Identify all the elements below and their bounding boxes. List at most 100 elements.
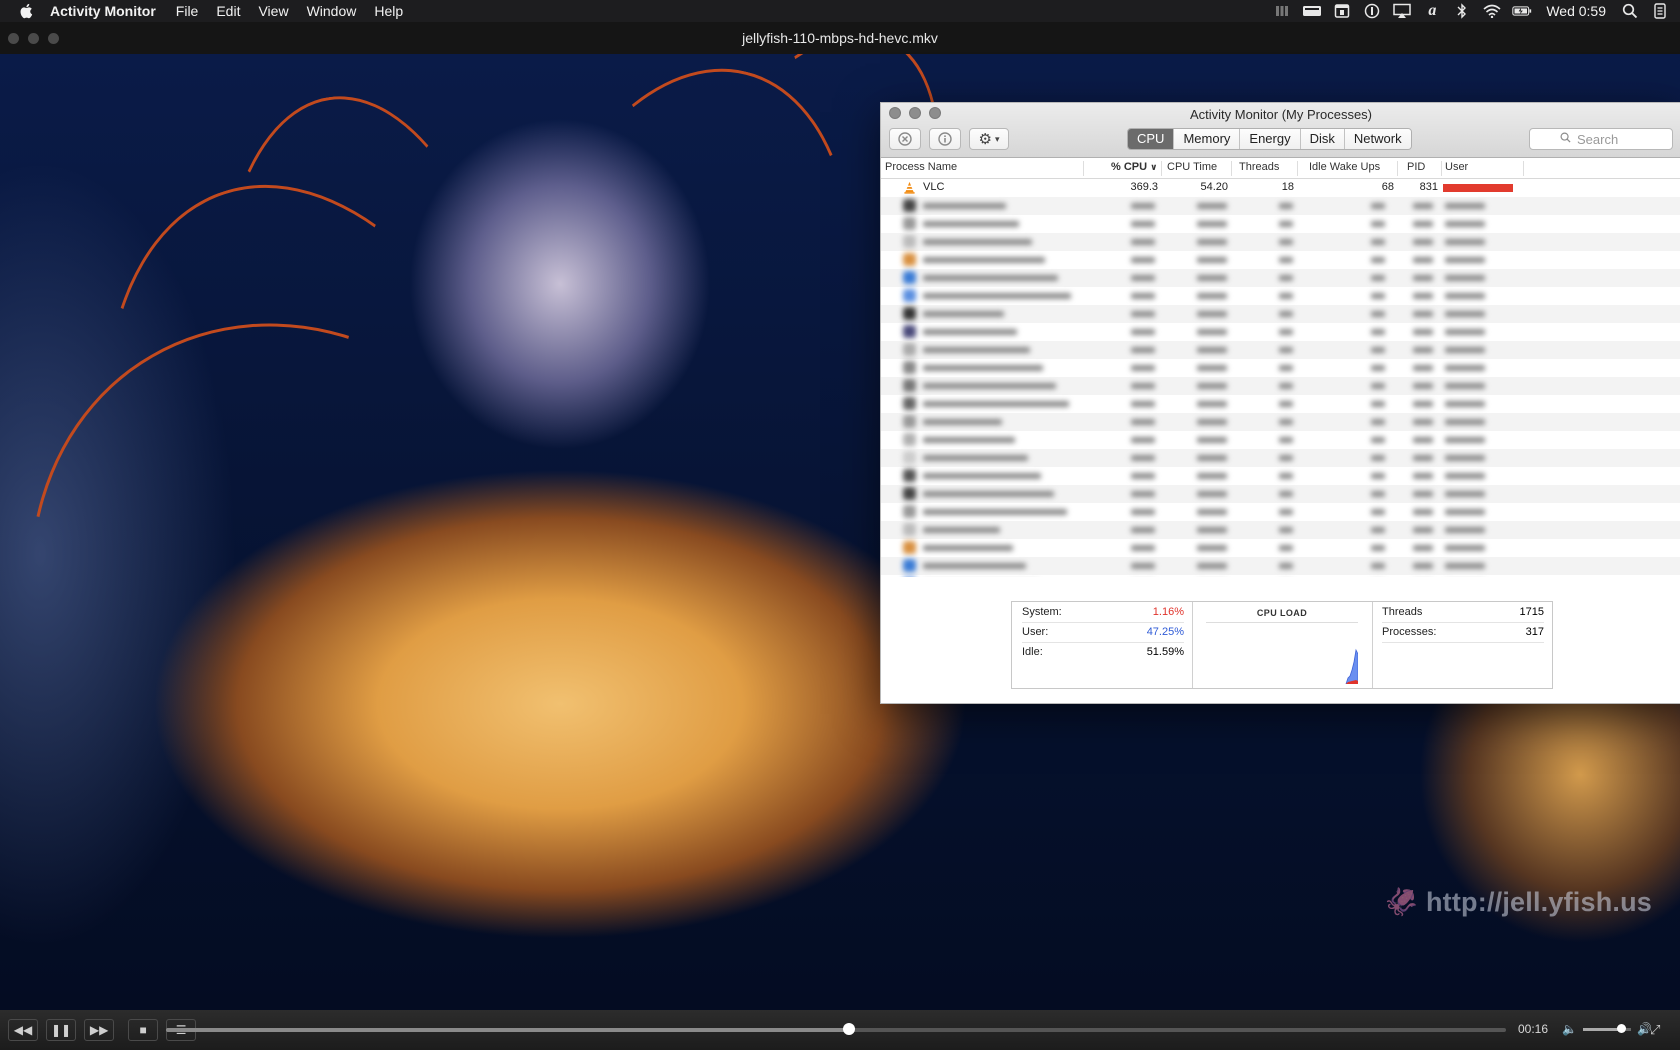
seek-slider[interactable] bbox=[166, 1023, 1506, 1035]
vlc-window-title: jellyfish-110-mbps-hd-hevc.mkv bbox=[742, 30, 938, 46]
blurred-cell bbox=[1445, 473, 1485, 479]
table-row[interactable] bbox=[881, 197, 1680, 215]
vlc-zoom-button[interactable] bbox=[48, 33, 59, 44]
stack-icon[interactable] bbox=[1272, 3, 1292, 19]
menu-help[interactable]: Help bbox=[374, 3, 403, 19]
dictionary-icon[interactable]: a bbox=[1422, 2, 1442, 19]
table-row[interactable] bbox=[881, 377, 1680, 395]
column-divider[interactable] bbox=[1441, 161, 1442, 176]
pause-button[interactable]: ❚❚ bbox=[46, 1019, 77, 1041]
action-menu-button[interactable]: ⚙ ▾ bbox=[969, 128, 1009, 150]
blurred-cell bbox=[1371, 527, 1385, 533]
search-icon[interactable] bbox=[1620, 3, 1640, 19]
volume-slider[interactable] bbox=[1582, 1023, 1631, 1033]
table-row[interactable] bbox=[881, 359, 1680, 377]
column-divider[interactable] bbox=[1297, 161, 1298, 176]
table-row[interactable] bbox=[881, 323, 1680, 341]
stop-button[interactable]: ■ bbox=[128, 1019, 159, 1041]
volume-knob[interactable] bbox=[1617, 1023, 1627, 1033]
blurred-cell bbox=[1279, 329, 1293, 335]
blurred-cell bbox=[1131, 401, 1155, 407]
search-field[interactable]: Search bbox=[1529, 128, 1673, 150]
blurred-cell bbox=[1445, 275, 1485, 281]
blurred-cell bbox=[1279, 203, 1293, 209]
menu-file[interactable]: File bbox=[176, 3, 199, 19]
col-pid[interactable]: PID bbox=[1407, 161, 1425, 173]
vlc-minimize-button[interactable] bbox=[28, 33, 39, 44]
blurred-cell bbox=[1371, 239, 1385, 245]
tab-cpu[interactable]: CPU bbox=[1128, 129, 1175, 149]
col-process-name[interactable]: Process Name bbox=[885, 161, 957, 173]
wifi-icon[interactable] bbox=[1482, 3, 1502, 19]
fast-forward-button[interactable]: ▶▶ bbox=[84, 1019, 115, 1041]
process-icon bbox=[903, 505, 916, 518]
col-cpu[interactable]: % CPU ∨ bbox=[1111, 161, 1157, 173]
table-row[interactable] bbox=[881, 449, 1680, 467]
col-threads[interactable]: Threads bbox=[1239, 161, 1279, 173]
column-divider[interactable] bbox=[1083, 161, 1084, 176]
menu-app-name[interactable]: Activity Monitor bbox=[50, 3, 156, 19]
table-row[interactable] bbox=[881, 233, 1680, 251]
calendar-icon[interactable] bbox=[1332, 3, 1352, 19]
fullscreen-icon[interactable]: ⤢ bbox=[1650, 1022, 1660, 1038]
col-idle-wake-ups[interactable]: Idle Wake Ups bbox=[1309, 161, 1380, 173]
col-cpu-time[interactable]: CPU Time bbox=[1167, 161, 1217, 173]
process-icon bbox=[903, 217, 916, 230]
blurred-cell bbox=[1413, 527, 1433, 533]
table-row[interactable] bbox=[881, 305, 1680, 323]
table-row[interactable] bbox=[881, 431, 1680, 449]
table-row[interactable] bbox=[881, 341, 1680, 359]
col-user[interactable]: User bbox=[1445, 161, 1468, 173]
table-row[interactable] bbox=[881, 413, 1680, 431]
blurred-cell bbox=[923, 221, 1019, 227]
menu-view[interactable]: View bbox=[258, 3, 288, 19]
process-name: VLC bbox=[923, 181, 945, 193]
column-divider[interactable] bbox=[1523, 161, 1524, 176]
blurred-cell bbox=[923, 203, 1006, 209]
cpu-summary-panel: System: 1.16% User: 47.25% Idle: 51.59% … bbox=[1011, 601, 1553, 689]
blurred-cell bbox=[1413, 383, 1433, 389]
table-row[interactable] bbox=[881, 485, 1680, 503]
rewind-button[interactable]: ◀◀ bbox=[8, 1019, 38, 1041]
column-divider[interactable] bbox=[1161, 161, 1162, 176]
status-tray: a Wed 0:59 bbox=[1272, 0, 1680, 22]
tab-energy[interactable]: Energy bbox=[1240, 129, 1301, 149]
quit-process-button[interactable] bbox=[889, 128, 921, 150]
airplay-icon[interactable] bbox=[1392, 3, 1412, 19]
menu-window[interactable]: Window bbox=[307, 3, 357, 19]
column-divider[interactable] bbox=[1397, 161, 1398, 176]
tab-memory[interactable]: Memory bbox=[1174, 129, 1241, 149]
table-row[interactable] bbox=[881, 575, 1680, 577]
apple-logo-icon[interactable] bbox=[18, 2, 36, 20]
table-row[interactable] bbox=[881, 269, 1680, 287]
table-row[interactable] bbox=[881, 503, 1680, 521]
table-row[interactable] bbox=[881, 251, 1680, 269]
inspect-process-button[interactable] bbox=[929, 128, 961, 150]
blurred-cell bbox=[1197, 239, 1227, 245]
tab-network[interactable]: Network bbox=[1344, 129, 1411, 149]
menu-edit[interactable]: Edit bbox=[216, 3, 240, 19]
blurred-cell bbox=[1445, 221, 1485, 227]
vlc-close-button[interactable] bbox=[8, 33, 19, 44]
menubar-app-icon[interactable] bbox=[1302, 3, 1322, 19]
menubar-clock[interactable]: Wed 0:59 bbox=[1546, 3, 1606, 19]
bluetooth-icon[interactable] bbox=[1452, 3, 1472, 19]
info-icon[interactable] bbox=[1362, 3, 1382, 19]
notification-icon[interactable] bbox=[1650, 3, 1670, 19]
seek-knob[interactable] bbox=[843, 1023, 856, 1035]
battery-icon[interactable] bbox=[1512, 3, 1532, 19]
table-row[interactable]: VLC 369.3 54.20 18 68 831 bbox=[881, 179, 1680, 197]
blurred-cell bbox=[1371, 563, 1385, 569]
table-row[interactable] bbox=[881, 521, 1680, 539]
table-row[interactable] bbox=[881, 215, 1680, 233]
volume-low-icon[interactable]: 🔈 bbox=[1562, 1022, 1577, 1036]
elapsed-time[interactable]: 00:16 bbox=[1518, 1022, 1548, 1036]
table-row[interactable] bbox=[881, 395, 1680, 413]
tab-disk[interactable]: Disk bbox=[1300, 129, 1345, 149]
table-row[interactable] bbox=[881, 287, 1680, 305]
blurred-cell bbox=[1413, 437, 1433, 443]
table-row[interactable] bbox=[881, 539, 1680, 557]
column-divider[interactable] bbox=[1231, 161, 1232, 176]
table-row[interactable] bbox=[881, 557, 1680, 575]
table-row[interactable] bbox=[881, 467, 1680, 485]
